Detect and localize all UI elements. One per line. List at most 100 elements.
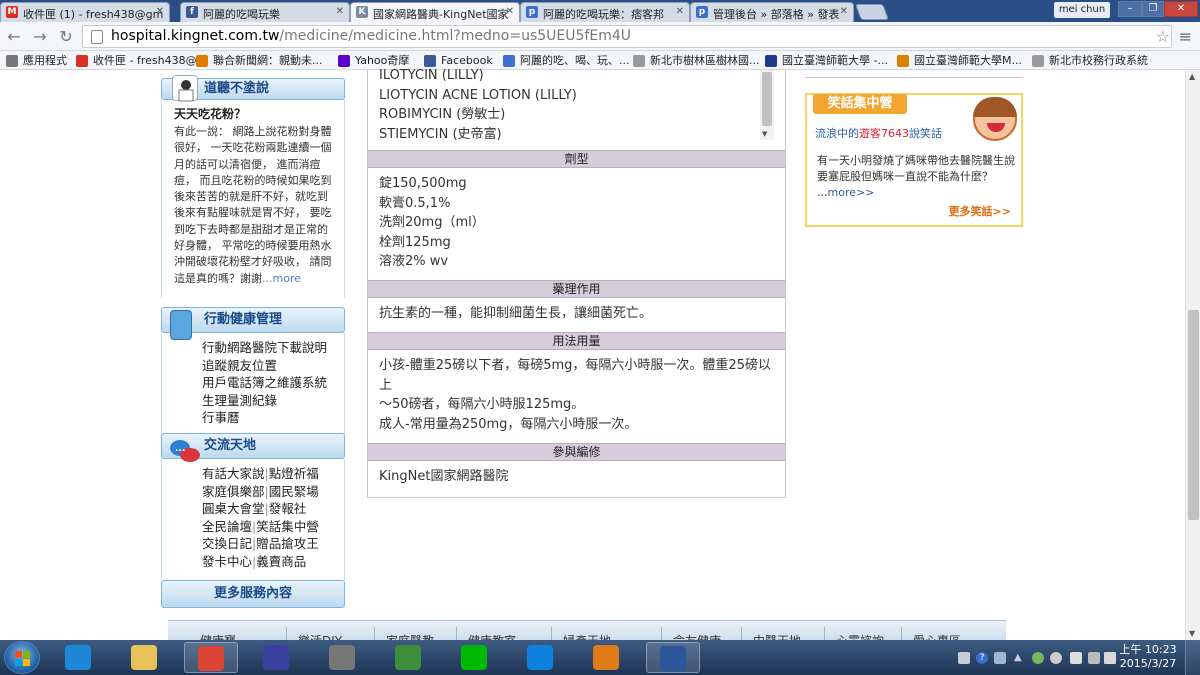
page-scrollbar[interactable]: ▲ ▼ bbox=[1185, 70, 1200, 640]
scrollbar-thumb[interactable] bbox=[762, 72, 772, 126]
network-icon[interactable] bbox=[1070, 652, 1082, 664]
scroll-down-arrow-icon[interactable]: ▼ bbox=[762, 130, 767, 138]
more-services-button[interactable]: 更多服務內容 bbox=[161, 580, 345, 608]
forward-arrow-icon[interactable]: → bbox=[30, 27, 50, 47]
taskbar-app-button[interactable] bbox=[118, 642, 172, 673]
taskbar-app-button[interactable] bbox=[52, 642, 106, 673]
profile-name[interactable]: mei chun bbox=[1054, 2, 1110, 18]
chevron-up-icon[interactable]: ▲ bbox=[1014, 652, 1026, 664]
browser-tab[interactable]: p 管理後台 » 部落格 » 發表 ✕ bbox=[690, 2, 854, 22]
community-link[interactable]: 發卡中心 bbox=[202, 554, 252, 569]
scroll-down-arrow-icon[interactable]: ▼ bbox=[1189, 629, 1195, 638]
close-button[interactable]: ✕ bbox=[1164, 1, 1198, 17]
community-link[interactable]: 贈品搶攻王 bbox=[256, 536, 319, 551]
bookmark-star-icon[interactable]: ☆ bbox=[1156, 27, 1170, 46]
bookmark-item[interactable]: 國立臺灣師範大學M... bbox=[897, 53, 1022, 69]
bookmark-item[interactable]: 新北市校務行政系統 bbox=[1032, 53, 1148, 69]
joke-author[interactable]: 流浪中的遊客7643說笑話 bbox=[815, 125, 942, 141]
taskbar-app-button[interactable] bbox=[250, 642, 304, 673]
mobile-health-heading[interactable]: 行動健康管理 bbox=[161, 307, 345, 340]
bottom-nav-item[interactable]: 中醫天地 bbox=[753, 632, 801, 640]
show-desktop-button[interactable] bbox=[1185, 640, 1200, 675]
taskbar-app-button[interactable] bbox=[514, 642, 568, 673]
community-link[interactable]: 家庭俱樂部 bbox=[202, 484, 265, 499]
browser-tab[interactable]: K 國家網路醫典-KingNet國家 ✕ bbox=[350, 2, 520, 22]
bottom-nav-item[interactable]: 命友健康 bbox=[673, 632, 721, 640]
back-arrow-icon[interactable]: ← bbox=[4, 27, 24, 47]
floppy-icon bbox=[263, 645, 289, 670]
internet-explorer-icon bbox=[65, 645, 91, 670]
network-status-icon[interactable] bbox=[1032, 652, 1044, 664]
tab-close-icon[interactable]: ✕ bbox=[676, 6, 684, 17]
mobile-health-link[interactable]: 用戶電話簿之維護系統 bbox=[202, 374, 336, 392]
m-logo-icon bbox=[897, 55, 909, 67]
bottom-navigation: 健康寶 樂活DIY 家庭醫教 健康教室 婦產天地 命友健康 中醫天地 心靈諮詢 愛心專區 bbox=[168, 620, 1006, 640]
community-link[interactable]: 全民論壇 bbox=[202, 519, 252, 534]
restore-button[interactable]: ❐ bbox=[1142, 1, 1164, 17]
community-link[interactable]: 國民緊場 bbox=[269, 484, 319, 499]
tab-close-icon[interactable]: ✕ bbox=[156, 6, 164, 17]
tab-close-icon[interactable]: ✕ bbox=[840, 6, 848, 17]
bookmark-item[interactable]: 應用程式 bbox=[6, 53, 67, 69]
taskbar-app-button[interactable] bbox=[448, 642, 502, 673]
scroll-up-arrow-icon[interactable]: ▲ bbox=[1189, 72, 1195, 81]
divider bbox=[901, 627, 902, 640]
tab-favicon-icon: f bbox=[186, 6, 198, 18]
bottom-nav-item[interactable]: 健康教室 bbox=[468, 632, 516, 640]
taskbar-app-button[interactable] bbox=[646, 642, 700, 673]
page-scrollbar-thumb[interactable] bbox=[1188, 310, 1199, 520]
bottom-nav-item[interactable]: 家庭醫教 bbox=[386, 632, 434, 640]
bookmark-item[interactable]: 收件匣 - fresh438@... bbox=[76, 53, 207, 69]
bottom-nav-item[interactable]: 心靈諮詢 bbox=[836, 632, 884, 640]
taskbar-app-button[interactable] bbox=[382, 642, 436, 673]
shield-icon[interactable] bbox=[1050, 652, 1062, 664]
keyboard-icon[interactable] bbox=[958, 652, 970, 664]
community-link[interactable]: 交換日記 bbox=[202, 536, 252, 551]
taskbar-app-button[interactable] bbox=[316, 642, 370, 673]
brand-name: STIEMYCIN (史帝富) bbox=[379, 126, 502, 142]
clock[interactable]: 上午 10:23 2015/3/27 bbox=[1118, 643, 1178, 671]
new-tab-button[interactable] bbox=[855, 4, 889, 20]
tab-close-icon[interactable]: ✕ bbox=[506, 6, 514, 17]
mobile-health-link[interactable]: 行事曆 bbox=[202, 409, 336, 427]
joke-more-link[interactable]: more>> bbox=[828, 186, 875, 199]
bookmark-item[interactable]: 聯合新聞網：親動未... bbox=[196, 53, 323, 69]
menu-icon[interactable]: ≡ bbox=[1179, 27, 1192, 46]
right-column-divider bbox=[805, 70, 1023, 78]
bookmark-item[interactable]: 國立臺灣師範大學 -... bbox=[765, 53, 888, 69]
reload-icon[interactable]: ↻ bbox=[56, 27, 76, 47]
community-link[interactable]: 有話大家說 bbox=[202, 466, 265, 481]
community-link[interactable]: 圓桌大會堂 bbox=[202, 501, 265, 516]
community-link[interactable]: 義賣商品 bbox=[256, 554, 306, 569]
browser-tab[interactable]: M 收件匣 (1) - fresh438@gm ✕ bbox=[0, 2, 170, 22]
brand-list-scrollbar[interactable]: ▼ bbox=[760, 70, 774, 140]
taskbar-app-button[interactable] bbox=[184, 642, 238, 673]
community-heading[interactable]: ... 交流天地 bbox=[161, 433, 345, 462]
minimize-button[interactable]: – bbox=[1118, 1, 1142, 17]
community-link[interactable]: 笑話集中營 bbox=[256, 519, 319, 534]
community-link[interactable]: 發報社 bbox=[269, 501, 307, 516]
volume-icon[interactable] bbox=[1104, 652, 1116, 664]
flag-icon[interactable] bbox=[1088, 652, 1100, 664]
qa-question-title[interactable]: 天天吃花粉？ bbox=[174, 106, 336, 122]
community-link[interactable]: 點燈祈福 bbox=[269, 466, 319, 481]
bottom-nav-item[interactable]: 健康寶 bbox=[200, 632, 236, 640]
bottom-nav-item[interactable]: 樂活DIY bbox=[298, 632, 342, 640]
mobile-health-link[interactable]: 行動網路醫院下載說明 bbox=[202, 339, 336, 357]
browser-tab[interactable]: p 阿麗的吃喝玩樂：痞客邦 ✕ bbox=[520, 2, 690, 22]
bottom-nav-item[interactable]: 婦產天地 bbox=[563, 632, 611, 640]
help-icon[interactable]: ? bbox=[976, 652, 988, 664]
settings-icon[interactable] bbox=[994, 652, 1006, 664]
tab-close-icon[interactable]: ✕ bbox=[336, 6, 344, 17]
browser-tab[interactable]: f 阿麗的吃喝玩樂 ✕ bbox=[180, 2, 350, 22]
joke-box-heading[interactable]: 笑話集中營 bbox=[813, 94, 907, 114]
url-input[interactable]: hospital.kingnet.com.tw/medicine/medicin… bbox=[82, 25, 1172, 48]
mobile-health-link[interactable]: 生理量測紀錄 bbox=[202, 392, 336, 410]
taskbar-app-button[interactable] bbox=[580, 642, 634, 673]
qa-more-link[interactable]: ...more bbox=[262, 272, 301, 285]
start-button[interactable] bbox=[4, 641, 40, 674]
bottom-nav-item[interactable]: 愛心專區 bbox=[913, 632, 961, 640]
mobile-health-link[interactable]: 追蹤親友位置 bbox=[202, 357, 336, 375]
qa-heading[interactable]: 道聽不塗說 bbox=[161, 75, 345, 102]
more-jokes-link[interactable]: 更多笑話>> bbox=[949, 203, 1011, 219]
